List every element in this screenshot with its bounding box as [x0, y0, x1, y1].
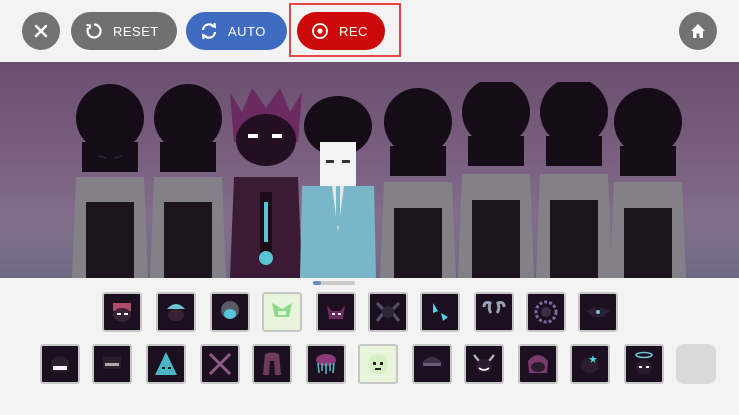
singer-shadow-8[interactable]: [608, 82, 688, 278]
stage: [0, 62, 739, 278]
singer-shadow-6[interactable]: [456, 78, 536, 278]
home-icon: [689, 22, 707, 40]
toolbar: RESET AUTO REC: [0, 0, 739, 62]
auto-button[interactable]: AUTO: [186, 12, 287, 50]
sound-helmet-face-icon[interactable]: [210, 292, 250, 332]
singer-shadow-2[interactable]: [148, 82, 228, 278]
sound-frown-face-icon[interactable]: [518, 344, 558, 384]
auto-label: AUTO: [228, 23, 266, 39]
sound-horn-face-icon[interactable]: [316, 292, 356, 332]
auto-icon: [200, 22, 218, 40]
sound-cone-face-icon[interactable]: [146, 344, 186, 384]
rec-highlight-box: [289, 3, 401, 57]
sound-visor-face-icon[interactable]: [92, 344, 132, 384]
sound-crossed-blades-icon[interactable]: [200, 344, 240, 384]
sound-long-hair-icon[interactable]: [252, 344, 292, 384]
singer-shadow-1[interactable]: [70, 82, 150, 278]
stage-scroll-indicator: [0, 278, 739, 288]
singer-shadow-5[interactable]: [378, 82, 458, 278]
sound-bat-wings-icon[interactable]: [578, 292, 618, 332]
reset-label: RESET: [113, 23, 159, 39]
singer-cyan-suit[interactable]: [298, 82, 378, 278]
close-button[interactable]: [22, 12, 60, 50]
sound-hat-face-icon[interactable]: [102, 292, 142, 332]
reset-icon: [85, 22, 103, 40]
singer-horned[interactable]: [226, 82, 306, 278]
sound-cap-face-icon[interactable]: [412, 344, 452, 384]
singer-shadow-7[interactable]: [534, 78, 614, 278]
sound-pale-face-icon[interactable]: [358, 344, 398, 384]
sound-halo-face-icon[interactable]: [624, 344, 664, 384]
sound-ram-horns-icon[interactable]: [474, 292, 514, 332]
sound-star-face-icon[interactable]: [570, 344, 610, 384]
empty-slot[interactable]: [676, 344, 716, 384]
sound-dripping-crown-icon[interactable]: [306, 344, 346, 384]
sound-bandana-face-icon[interactable]: [40, 344, 80, 384]
sound-spiky-halo-icon[interactable]: [526, 292, 566, 332]
sound-beetle-face-icon[interactable]: [368, 292, 408, 332]
scroll-thumb[interactable]: [313, 281, 321, 285]
reset-button[interactable]: RESET: [71, 12, 177, 50]
home-button[interactable]: [679, 12, 717, 50]
close-icon: [33, 23, 49, 39]
sound-leaf-face-icon[interactable]: [262, 292, 302, 332]
sound-crystals-icon[interactable]: [420, 292, 460, 332]
sound-horned-grin-icon[interactable]: [464, 344, 504, 384]
sound-tuft-face-icon[interactable]: [156, 292, 196, 332]
